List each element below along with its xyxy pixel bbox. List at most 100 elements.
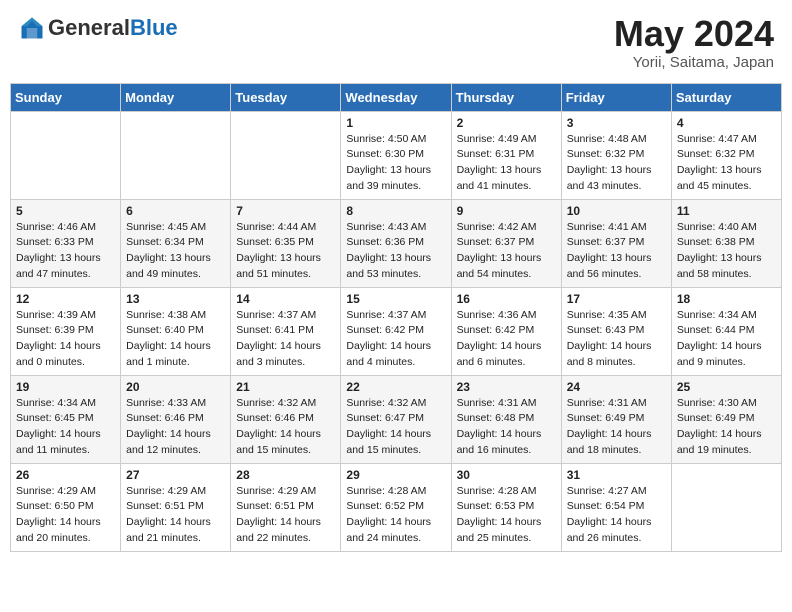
- day-number: 4: [677, 116, 776, 130]
- calendar-cell: 26 Sunrise: 4:29 AM Sunset: 6:50 PM Dayli…: [11, 463, 121, 551]
- day-info: Sunrise: 4:29 AM Sunset: 6:50 PM Dayligh…: [16, 484, 115, 547]
- calendar-table: SundayMondayTuesdayWednesdayThursdayFrid…: [10, 83, 782, 552]
- day-header-tuesday: Tuesday: [231, 83, 341, 111]
- calendar-cell: 30 Sunrise: 4:28 AM Sunset: 6:53 PM Dayli…: [451, 463, 561, 551]
- day-number: 10: [567, 204, 666, 218]
- day-number: 26: [16, 468, 115, 482]
- day-info: Sunrise: 4:45 AM Sunset: 6:34 PM Dayligh…: [126, 220, 225, 283]
- calendar-cell: 6 Sunrise: 4:45 AM Sunset: 6:34 PM Daylig…: [121, 199, 231, 287]
- day-number: 2: [457, 116, 556, 130]
- day-info: Sunrise: 4:50 AM Sunset: 6:30 PM Dayligh…: [346, 132, 445, 195]
- day-number: 18: [677, 292, 776, 306]
- day-number: 27: [126, 468, 225, 482]
- day-number: 7: [236, 204, 335, 218]
- week-row-3: 12 Sunrise: 4:39 AM Sunset: 6:39 PM Dayli…: [11, 287, 782, 375]
- day-info: Sunrise: 4:28 AM Sunset: 6:52 PM Dayligh…: [346, 484, 445, 547]
- logo-icon: [18, 14, 46, 42]
- logo: GeneralBlue: [18, 14, 178, 42]
- day-header-friday: Friday: [561, 83, 671, 111]
- day-number: 12: [16, 292, 115, 306]
- day-info: Sunrise: 4:39 AM Sunset: 6:39 PM Dayligh…: [16, 308, 115, 371]
- calendar-cell: 3 Sunrise: 4:48 AM Sunset: 6:32 PM Daylig…: [561, 111, 671, 199]
- day-info: Sunrise: 4:33 AM Sunset: 6:46 PM Dayligh…: [126, 396, 225, 459]
- day-info: Sunrise: 4:32 AM Sunset: 6:46 PM Dayligh…: [236, 396, 335, 459]
- day-header-monday: Monday: [121, 83, 231, 111]
- calendar-cell: 11Sunrise: 4:40 AM Sunset: 6:38 PM Dayli…: [671, 199, 781, 287]
- day-header-thursday: Thursday: [451, 83, 561, 111]
- day-number: 16: [457, 292, 556, 306]
- calendar-cell: 8Sunrise: 4:43 AM Sunset: 6:36 PM Daylig…: [341, 199, 451, 287]
- day-info: Sunrise: 4:44 AM Sunset: 6:35 PM Dayligh…: [236, 220, 335, 283]
- day-number: 25: [677, 380, 776, 394]
- day-number: 17: [567, 292, 666, 306]
- day-info: Sunrise: 4:43 AM Sunset: 6:36 PM Dayligh…: [346, 220, 445, 283]
- day-number: 24: [567, 380, 666, 394]
- day-info: Sunrise: 4:48 AM Sunset: 6:32 PM Dayligh…: [567, 132, 666, 195]
- calendar-cell: [121, 111, 231, 199]
- calendar-cell: [11, 111, 121, 199]
- day-info: Sunrise: 4:34 AM Sunset: 6:44 PM Dayligh…: [677, 308, 776, 371]
- calendar-cell: 7 Sunrise: 4:44 AM Sunset: 6:35 PM Daylig…: [231, 199, 341, 287]
- week-row-5: 26 Sunrise: 4:29 AM Sunset: 6:50 PM Dayli…: [11, 463, 782, 551]
- title-block: May 2024 Yorii, Saitama, Japan: [614, 14, 774, 71]
- day-number: 1: [346, 116, 445, 130]
- calendar-cell: 28Sunrise: 4:29 AM Sunset: 6:51 PM Dayli…: [231, 463, 341, 551]
- calendar-cell: 24 Sunrise: 4:31 AM Sunset: 6:49 PM Dayli…: [561, 375, 671, 463]
- day-header-saturday: Saturday: [671, 83, 781, 111]
- day-number: 23: [457, 380, 556, 394]
- day-info: Sunrise: 4:47 AM Sunset: 6:32 PM Dayligh…: [677, 132, 776, 195]
- week-row-4: 19 Sunrise: 4:34 AM Sunset: 6:45 PM Dayli…: [11, 375, 782, 463]
- location-text: Yorii, Saitama, Japan: [614, 54, 774, 71]
- day-info: Sunrise: 4:34 AM Sunset: 6:45 PM Dayligh…: [16, 396, 115, 459]
- calendar-header: GeneralBlue May 2024 Yorii, Saitama, Jap…: [10, 10, 782, 75]
- day-header-sunday: Sunday: [11, 83, 121, 111]
- day-number: 3: [567, 116, 666, 130]
- month-title: May 2024: [614, 14, 774, 54]
- calendar-cell: 15Sunrise: 4:37 AM Sunset: 6:42 PM Dayli…: [341, 287, 451, 375]
- day-info: Sunrise: 4:40 AM Sunset: 6:38 PM Dayligh…: [677, 220, 776, 283]
- day-info: Sunrise: 4:38 AM Sunset: 6:40 PM Dayligh…: [126, 308, 225, 371]
- day-info: Sunrise: 4:32 AM Sunset: 6:47 PM Dayligh…: [346, 396, 445, 459]
- day-info: Sunrise: 4:35 AM Sunset: 6:43 PM Dayligh…: [567, 308, 666, 371]
- calendar-cell: 9Sunrise: 4:42 AM Sunset: 6:37 PM Daylig…: [451, 199, 561, 287]
- week-row-2: 5Sunrise: 4:46 AM Sunset: 6:33 PM Daylig…: [11, 199, 782, 287]
- day-info: Sunrise: 4:31 AM Sunset: 6:48 PM Dayligh…: [457, 396, 556, 459]
- calendar-cell: 2 Sunrise: 4:49 AM Sunset: 6:31 PM Daylig…: [451, 111, 561, 199]
- calendar-cell: 1 Sunrise: 4:50 AM Sunset: 6:30 PM Daylig…: [341, 111, 451, 199]
- calendar-cell: [231, 111, 341, 199]
- day-number: 6: [126, 204, 225, 218]
- day-info: Sunrise: 4:36 AM Sunset: 6:42 PM Dayligh…: [457, 308, 556, 371]
- day-number: 21: [236, 380, 335, 394]
- calendar-cell: [671, 463, 781, 551]
- day-number: 13: [126, 292, 225, 306]
- day-info: Sunrise: 4:28 AM Sunset: 6:53 PM Dayligh…: [457, 484, 556, 547]
- day-number: 19: [16, 380, 115, 394]
- calendar-cell: 16 Sunrise: 4:36 AM Sunset: 6:42 PM Dayli…: [451, 287, 561, 375]
- calendar-cell: 18 Sunrise: 4:34 AM Sunset: 6:44 PM Dayli…: [671, 287, 781, 375]
- day-info: Sunrise: 4:37 AM Sunset: 6:41 PM Dayligh…: [236, 308, 335, 371]
- day-info: Sunrise: 4:37 AM Sunset: 6:42 PM Dayligh…: [346, 308, 445, 371]
- calendar-cell: 22 Sunrise: 4:32 AM Sunset: 6:47 PM Dayli…: [341, 375, 451, 463]
- day-info: Sunrise: 4:41 AM Sunset: 6:37 PM Dayligh…: [567, 220, 666, 283]
- days-header-row: SundayMondayTuesdayWednesdayThursdayFrid…: [11, 83, 782, 111]
- calendar-cell: 10 Sunrise: 4:41 AM Sunset: 6:37 PM Dayli…: [561, 199, 671, 287]
- calendar-cell: 14Sunrise: 4:37 AM Sunset: 6:41 PM Dayli…: [231, 287, 341, 375]
- day-info: Sunrise: 4:49 AM Sunset: 6:31 PM Dayligh…: [457, 132, 556, 195]
- calendar-cell: 21 Sunrise: 4:32 AM Sunset: 6:46 PM Dayli…: [231, 375, 341, 463]
- day-info: Sunrise: 4:30 AM Sunset: 6:49 PM Dayligh…: [677, 396, 776, 459]
- day-info: Sunrise: 4:31 AM Sunset: 6:49 PM Dayligh…: [567, 396, 666, 459]
- calendar-cell: 12 Sunrise: 4:39 AM Sunset: 6:39 PM Dayli…: [11, 287, 121, 375]
- calendar-cell: 13 Sunrise: 4:38 AM Sunset: 6:40 PM Dayli…: [121, 287, 231, 375]
- calendar-cell: 25 Sunrise: 4:30 AM Sunset: 6:49 PM Dayli…: [671, 375, 781, 463]
- day-number: 30: [457, 468, 556, 482]
- day-info: Sunrise: 4:46 AM Sunset: 6:33 PM Dayligh…: [16, 220, 115, 283]
- calendar-cell: 29 Sunrise: 4:28 AM Sunset: 6:52 PM Dayli…: [341, 463, 451, 551]
- day-number: 20: [126, 380, 225, 394]
- day-number: 31: [567, 468, 666, 482]
- logo-general-text: General: [48, 15, 130, 40]
- calendar-cell: 19 Sunrise: 4:34 AM Sunset: 6:45 PM Dayli…: [11, 375, 121, 463]
- day-number: 22: [346, 380, 445, 394]
- week-row-1: 1 Sunrise: 4:50 AM Sunset: 6:30 PM Daylig…: [11, 111, 782, 199]
- day-info: Sunrise: 4:29 AM Sunset: 6:51 PM Dayligh…: [236, 484, 335, 547]
- day-number: 29: [346, 468, 445, 482]
